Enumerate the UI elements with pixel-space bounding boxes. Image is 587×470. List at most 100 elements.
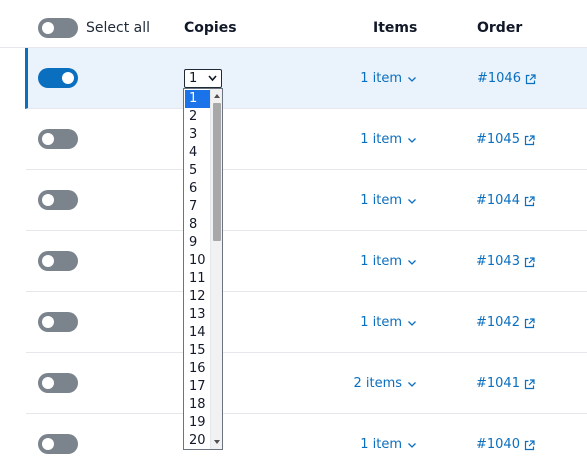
copies-option[interactable]: 12 [185, 288, 210, 306]
copies-option[interactable]: 10 [185, 252, 210, 270]
items-dropdown-link[interactable]: 1 item [360, 436, 417, 454]
items-dropdown-link[interactable]: 1 item [360, 192, 417, 210]
copies-option[interactable]: 11 [185, 270, 210, 288]
select-all-switch[interactable] [38, 18, 78, 38]
copies-option[interactable]: 17 [185, 378, 210, 396]
copies-option[interactable]: 5 [185, 162, 210, 180]
copies-option[interactable]: 15 [185, 342, 210, 360]
table-row[interactable]: 1 item #1040 [26, 414, 587, 470]
table-body: 1 item #1046 1 item #1045 1 item #1044 1 item #… [0, 48, 587, 470]
row-select-toggle[interactable] [38, 129, 78, 149]
chevron-down-icon [408, 382, 416, 387]
table-row[interactable]: 2 items #1041 [26, 353, 587, 414]
table-header: Select all Copies Items Order [0, 0, 587, 48]
copies-option[interactable]: 8 [185, 216, 210, 234]
row-select-toggle[interactable] [38, 68, 78, 88]
copies-option[interactable]: 14 [185, 324, 210, 342]
order-link[interactable]: #1045 [476, 131, 535, 149]
items-column-header: Items [373, 20, 418, 36]
row-select-switch[interactable] [38, 312, 78, 332]
copies-option[interactable]: 7 [185, 198, 210, 216]
copies-select[interactable]: 1 [184, 69, 222, 88]
toggle-knob [42, 255, 54, 267]
scrollbar-thumb[interactable] [213, 103, 221, 241]
items-dropdown-link[interactable]: 2 items [353, 375, 417, 393]
row-select-switch[interactable] [38, 68, 78, 88]
items-dropdown-link[interactable]: 1 item [360, 253, 417, 271]
order-number: #1041 [476, 376, 520, 391]
select-all-label: Select all [86, 20, 150, 36]
order-link[interactable]: #1044 [476, 192, 535, 210]
scroll-down-arrow-icon[interactable] [212, 436, 222, 448]
order-link[interactable]: #1046 [477, 70, 536, 88]
items-dropdown-link[interactable]: 1 item [360, 70, 417, 88]
row-select-toggle[interactable] [38, 251, 78, 271]
toggle-knob [42, 22, 54, 34]
copies-option[interactable]: 2 [185, 108, 210, 126]
row-select-switch[interactable] [38, 190, 78, 210]
table-row[interactable]: 1 item #1043 [26, 231, 587, 292]
items-count-label: 1 item [360, 437, 402, 452]
chevron-down-icon [408, 199, 416, 204]
copies-dropdown-list[interactable]: 20 19 18 17 16 15 14 13 12 11 10 9 8 7 6 5 4 3 2 1 [183, 88, 223, 450]
table-row[interactable]: 1 item #1042 [26, 292, 587, 353]
order-link[interactable]: #1043 [476, 253, 535, 271]
order-link[interactable]: #1041 [476, 375, 535, 393]
copies-option[interactable]: 9 [185, 234, 210, 252]
toggle-knob [62, 72, 74, 84]
copies-option[interactable]: 18 [185, 396, 210, 414]
row-select-switch[interactable] [38, 251, 78, 271]
row-select-toggle[interactable] [38, 190, 78, 210]
external-link-icon [524, 134, 535, 145]
external-link-icon [524, 195, 535, 206]
order-number: #1046 [477, 71, 521, 86]
order-link[interactable]: #1040 [476, 436, 535, 454]
items-dropdown-link[interactable]: 1 item [360, 314, 417, 332]
external-link-icon [524, 256, 535, 267]
items-count-label: 1 item [360, 254, 402, 269]
orders-table: Select all Copies Items Order 1 item #104… [0, 0, 587, 470]
chevron-down-icon [408, 138, 416, 143]
order-number: #1042 [476, 315, 520, 330]
items-count-label: 1 item [360, 193, 402, 208]
external-link-icon [525, 73, 536, 84]
order-number: #1043 [476, 254, 520, 269]
items-count-label: 2 items [353, 376, 402, 391]
copies-select-value: 1 [189, 71, 198, 86]
copies-option[interactable]: 1 [185, 90, 210, 108]
copies-option[interactable]: 13 [185, 306, 210, 324]
row-select-toggle[interactable] [38, 312, 78, 332]
table-row[interactable]: 1 item #1046 [25, 48, 587, 109]
chevron-down-icon [408, 443, 416, 448]
scroll-up-arrow-icon[interactable] [212, 90, 222, 102]
select-all-toggle[interactable] [38, 18, 78, 38]
items-count-label: 1 item [360, 71, 402, 86]
external-link-icon [524, 439, 535, 450]
chevron-down-icon [408, 321, 416, 326]
row-select-switch[interactable] [38, 129, 78, 149]
external-link-icon [524, 378, 535, 389]
table-row[interactable]: 1 item #1044 [26, 170, 587, 231]
copies-option[interactable]: 4 [185, 144, 210, 162]
copies-option[interactable]: 16 [185, 360, 210, 378]
row-select-toggle[interactable] [38, 373, 78, 393]
copies-column-header: Copies [184, 20, 237, 36]
row-select-toggle[interactable] [38, 434, 78, 454]
row-select-switch[interactable] [38, 373, 78, 393]
order-link[interactable]: #1042 [476, 314, 535, 332]
items-count-label: 1 item [360, 132, 402, 147]
dropdown-scrollbar[interactable] [210, 89, 222, 449]
row-select-switch[interactable] [38, 434, 78, 454]
copies-option[interactable]: 6 [185, 180, 210, 198]
order-number: #1044 [476, 193, 520, 208]
items-dropdown-link[interactable]: 1 item [360, 131, 417, 149]
chevron-down-icon [408, 260, 416, 265]
items-count-label: 1 item [360, 315, 402, 330]
toggle-knob [42, 133, 54, 145]
caret-down-icon [208, 75, 217, 82]
copies-option[interactable]: 20 [185, 432, 210, 449]
chevron-down-icon [408, 77, 416, 82]
copies-option[interactable]: 19 [185, 414, 210, 432]
copies-option[interactable]: 3 [185, 126, 210, 144]
table-row[interactable]: 1 item #1045 [26, 109, 587, 170]
